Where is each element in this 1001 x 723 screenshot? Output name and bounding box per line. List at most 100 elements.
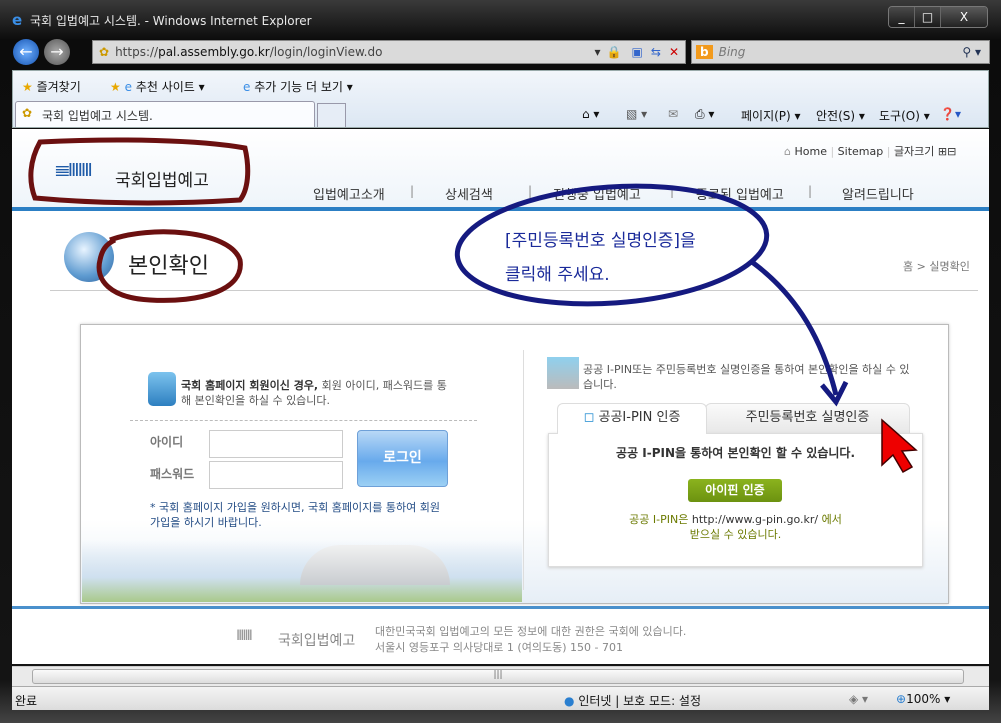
minimize-button[interactable]: _ xyxy=(889,7,915,27)
scrollbar-thumb[interactable]: ||| xyxy=(32,669,964,684)
square-bullet-icon: ◻ xyxy=(583,410,595,425)
site-logo[interactable]: 국회입법예고 xyxy=(115,166,209,191)
more-addons-label: 추가 기능 더 보기 ▾ xyxy=(254,80,353,94)
header-divider xyxy=(12,207,989,211)
ipin-note-text: 에서 xyxy=(818,513,842,526)
ie-logo-icon: e xyxy=(12,11,23,29)
tab-title: 국회 입법예고 시스템. xyxy=(42,109,153,123)
url-scheme: https:// xyxy=(115,45,159,59)
sitemap-link[interactable]: Sitemap xyxy=(838,145,884,158)
password-label: 패스워드 xyxy=(150,467,195,481)
help-button[interactable]: ❓▾ xyxy=(940,107,961,121)
compat-view-icon[interactable]: ▣ xyxy=(632,45,643,59)
ipin-note-text: 공공 I-PIN은 xyxy=(629,513,692,526)
annotation-text: [주민등록번호 실명인증]을클릭해 주세요. xyxy=(505,224,696,292)
status-text: 완료 xyxy=(15,694,38,708)
star-icon: ★ xyxy=(22,80,33,94)
mail-button[interactable]: ✉ xyxy=(668,107,678,121)
tab-resident-number-verification[interactable]: 주민등록번호 실명인증 xyxy=(705,403,910,434)
nav-closed[interactable]: 종료된 입법예고 xyxy=(696,184,784,203)
favorites-button[interactable]: ★ 즐겨찾기 xyxy=(22,78,81,95)
sprout-icon xyxy=(547,357,579,389)
globe-icon xyxy=(64,232,114,282)
id-label: 아이디 xyxy=(150,435,184,449)
horizontal-scrollbar[interactable]: ||| xyxy=(12,666,989,686)
nav-intro[interactable]: 입법예고소개 xyxy=(313,184,385,203)
gpin-link[interactable]: http://www.g-pin.go.kr/ xyxy=(692,513,818,526)
page-menu[interactable]: 페이지(P) ▾ xyxy=(741,107,801,124)
tab-ipin-label: 공공I-PIN 인증 xyxy=(598,410,681,425)
globe-icon: ● xyxy=(564,694,575,708)
safety-menu[interactable]: 안전(S) ▾ xyxy=(816,107,865,124)
add-favorite-icon[interactable]: ★ xyxy=(110,80,121,94)
tab-ipin[interactable]: ◻ 공공I-PIN 인증 xyxy=(557,403,707,434)
nav-notices[interactable]: 알려드립니다 xyxy=(842,184,914,203)
zoom-icon: ⊕ xyxy=(896,692,907,706)
site-emblem-icon: ✿ xyxy=(99,45,110,59)
ie-page-icon: e xyxy=(243,80,251,94)
login-button[interactable]: 로그인 xyxy=(357,430,448,487)
ipin-note: 공공 I-PIN은 http://www.g-pin.go.kr/ 에서 받으실 … xyxy=(548,512,923,542)
search-box[interactable]: b Bing ⚲ ▾ xyxy=(691,40,990,64)
font-decrease-button[interactable]: ⊟ xyxy=(947,145,956,158)
footer-text: 대한민국국회 입법예고의 모든 정보에 대한 권한은 국회에 있습니다. 서울시 … xyxy=(375,624,686,656)
new-tab-button[interactable] xyxy=(317,103,346,127)
footer-divider xyxy=(12,606,989,609)
nav-ongoing[interactable]: 진행중 입법예고 xyxy=(553,184,641,203)
page-title: 본인확인 xyxy=(128,254,209,279)
zone-text: 인터넷 | 보호 모드: 설정 xyxy=(578,694,702,708)
login-intro-bold: 국회 홈페이지 회원이신 경우, xyxy=(181,379,319,392)
ie-page-icon: e xyxy=(124,80,132,94)
zoom-level: 100% xyxy=(906,692,941,706)
browser-tab[interactable]: ✿ 국회 입법예고 시스템. xyxy=(15,101,315,127)
zoom-control[interactable]: ⊕100% ▾ xyxy=(896,692,950,706)
ipin-panel-text: 공공 I-PIN을 통하여 본인확인 할 수 있습니다. xyxy=(615,446,855,460)
popup-settings-icon[interactable]: ◈ ▾ xyxy=(849,692,868,706)
home-icon: ⌂ xyxy=(784,145,791,158)
forward-button[interactable]: → xyxy=(44,39,70,65)
nav-search[interactable]: 상세검색 xyxy=(445,184,493,203)
vertical-divider xyxy=(523,350,524,590)
search-icon[interactable]: ⚲ ▾ xyxy=(962,45,981,59)
back-button[interactable]: ← xyxy=(13,39,39,65)
suggested-sites-button[interactable]: ★ e 추천 사이트 ▾ xyxy=(110,78,205,95)
url-path: /login/loginView.do xyxy=(269,45,383,59)
annotation-line-1: [주민등록번호 실명인증]을 xyxy=(505,231,696,251)
site-emblem-icon: ✿ xyxy=(22,106,33,120)
address-bar[interactable]: ✿ https://pal.assembly.go.kr/login/login… xyxy=(92,40,686,64)
stop-icon[interactable]: ✕ xyxy=(669,45,679,59)
assembly-dome-image xyxy=(300,545,450,585)
lock-icon[interactable]: 🔒 xyxy=(607,45,622,59)
footer-address: 서울시 영등포구 의사당대로 1 (여의도동) 150 - 701 xyxy=(375,641,623,654)
print-button[interactable]: ⎙ ▾ xyxy=(695,107,714,122)
search-placeholder: Bing xyxy=(718,45,746,59)
verify-intro: 공공 I-PIN또는 주민등록번호 실명인증을 통하여 본인확인을 하실 수 있… xyxy=(583,363,910,391)
lock-icon xyxy=(148,372,176,406)
login-intro: 국회 홈페이지 회원이신 경우, 회원 아이디, 패스워드를 통해 본인확인을 … xyxy=(181,378,451,408)
window-controls: _ □ X xyxy=(888,6,988,28)
zone-indicator[interactable]: ● 인터넷 | 보호 모드: 설정 xyxy=(564,692,701,709)
annotation-line-2: 클릭해 주세요. xyxy=(505,265,610,285)
maximize-button[interactable]: □ xyxy=(915,7,941,27)
assembly-logo-icon: 𝍣IIIIIII xyxy=(55,160,93,181)
home-button[interactable]: ⌂ ▾ xyxy=(582,107,599,121)
footer-logo: 국회입법예고 xyxy=(278,633,356,649)
breadcrumb: 홈 > 실명확인 xyxy=(903,260,970,273)
more-addons-button[interactable]: e 추가 기능 더 보기 ▾ xyxy=(243,78,353,95)
footer-copyright: 대한민국국회 입법예고의 모든 정보에 대한 권한은 국회에 있습니다. xyxy=(375,625,687,638)
close-button[interactable]: X xyxy=(941,7,987,27)
refresh-icon[interactable]: ⇆ xyxy=(651,45,661,59)
ipin-verify-button[interactable]: 아이핀 인증 xyxy=(688,479,782,502)
id-input[interactable] xyxy=(209,430,343,458)
window-title: 국회 입법예고 시스템. - Windows Internet Explorer xyxy=(30,14,312,28)
home-link[interactable]: Home xyxy=(794,145,826,158)
suggested-sites-label: 추천 사이트 ▾ xyxy=(135,80,205,94)
tools-menu[interactable]: 도구(O) ▾ xyxy=(879,107,930,124)
top-links: ⌂ Home | Sitemap | 글자크기 ⊞⊟ xyxy=(784,145,957,158)
footer-logo-icon: IIIIIII xyxy=(236,628,253,644)
font-increase-button[interactable]: ⊞ xyxy=(938,145,947,158)
dashed-divider xyxy=(130,420,477,421)
password-input[interactable] xyxy=(209,461,343,489)
feeds-button[interactable]: ▧ ▾ xyxy=(626,107,647,121)
address-dropdown-icon[interactable]: ▾ xyxy=(595,45,601,59)
